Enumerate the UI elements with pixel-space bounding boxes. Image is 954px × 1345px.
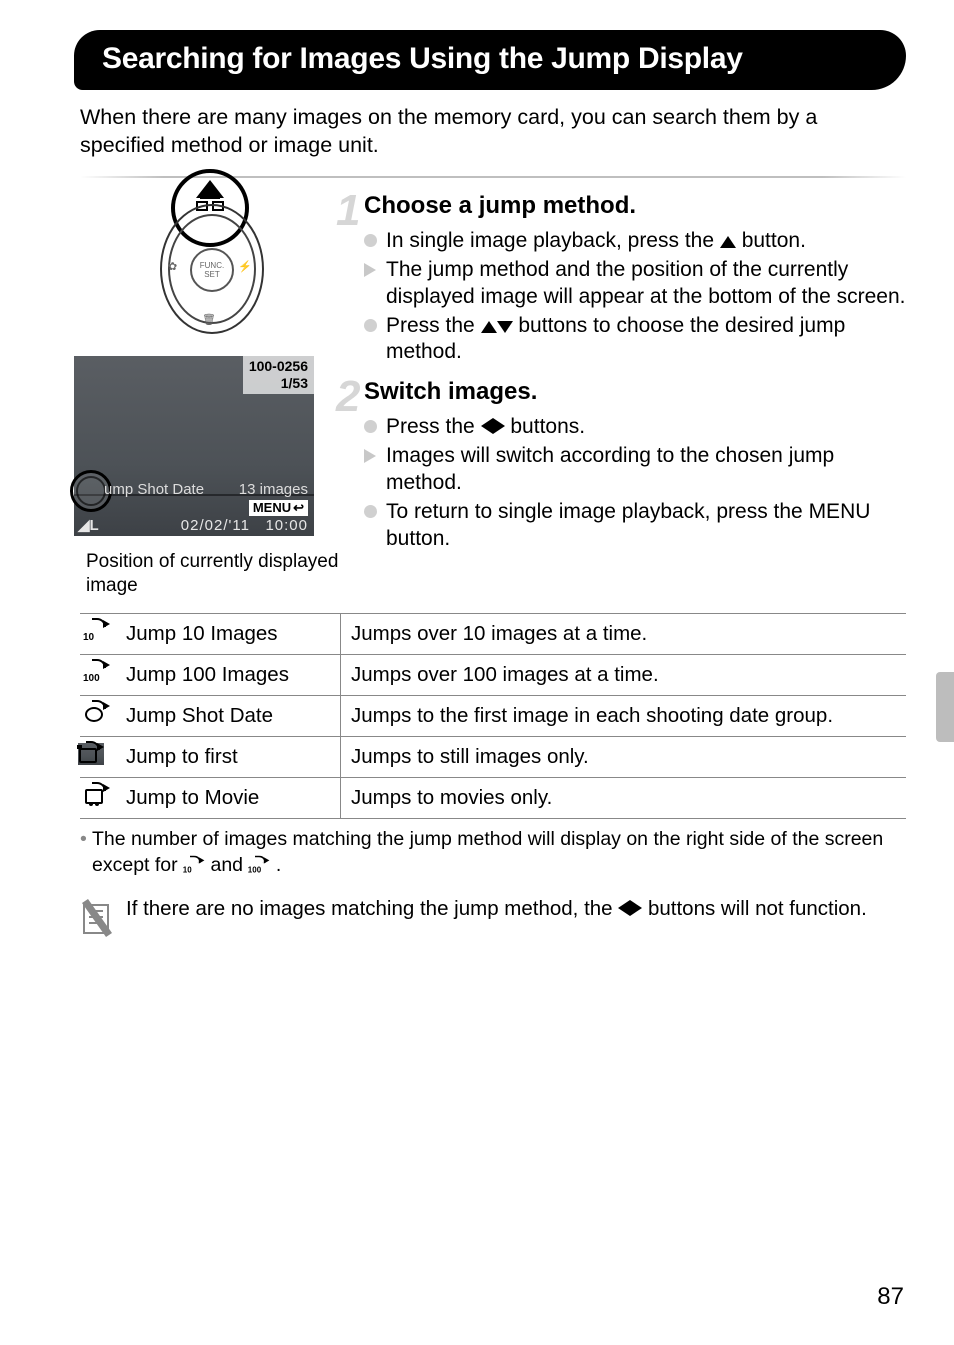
step-title: Choose a jump method. bbox=[364, 192, 906, 220]
jump-name: Jump Shot Date bbox=[122, 696, 341, 737]
cam-menu-badge: MENU↩ bbox=[249, 500, 308, 516]
jump-description: Jumps to the first image in each shootin… bbox=[341, 696, 907, 737]
note-pencil-icon bbox=[80, 899, 112, 944]
bullet-marker-icon bbox=[364, 263, 376, 277]
jump-description: Jumps over 10 images at a time. bbox=[341, 614, 907, 655]
left-arrow-icon bbox=[481, 418, 493, 434]
instruction-step: 1Choose a jump method.In single image pl… bbox=[364, 192, 906, 366]
jump-name: Jump to first bbox=[122, 737, 341, 778]
jump-100-icon: 100 bbox=[249, 857, 270, 875]
table-row: Jump to MovieJumps to movies only. bbox=[80, 778, 906, 819]
table-row: Jump to firstJumps to still images only. bbox=[80, 737, 906, 778]
step-bullet: In single image playback, press the butt… bbox=[364, 228, 906, 255]
jump-n10-icon: 10 bbox=[84, 620, 110, 642]
camera-screen-illustration: 100-0256 1/53 ump Shot Date 13 images ME… bbox=[74, 356, 314, 536]
page-number: 87 bbox=[877, 1283, 904, 1311]
intro-paragraph: When there are many images on the memory… bbox=[80, 104, 906, 160]
table-row: 10 Jump 10 ImagesJumps over 10 images at … bbox=[80, 614, 906, 655]
func-set-button-graphic: FUNC.SET bbox=[190, 248, 234, 292]
cam-jump-mode: ump Shot Date bbox=[104, 481, 204, 498]
up-arrow-icon bbox=[481, 321, 497, 333]
menu-glyph: MENU bbox=[809, 500, 871, 523]
cam-match-count: 13 images bbox=[239, 481, 308, 498]
trash-icon: 🗑 bbox=[202, 313, 216, 326]
instruction-step: 2Switch images.Press the buttons.Images … bbox=[364, 378, 906, 552]
up-arrow-icon bbox=[720, 236, 736, 248]
illustration-caption: Position of currently displayed image bbox=[86, 550, 340, 598]
left-arrow-icon bbox=[618, 900, 630, 916]
bullet-marker-icon bbox=[364, 234, 377, 247]
bullet-marker-icon bbox=[364, 505, 377, 518]
jump-description: Jumps to still images only. bbox=[341, 737, 907, 778]
step-bullet: The jump method and the position of the … bbox=[364, 257, 906, 311]
jump-movie-icon bbox=[84, 784, 110, 806]
right-arrow-icon bbox=[630, 900, 642, 916]
jump-n100-icon: 100 bbox=[84, 661, 110, 683]
macro-icon: ✿ bbox=[168, 260, 177, 273]
step-number: 1 bbox=[336, 186, 360, 236]
note-text: If there are no images matching the jump… bbox=[126, 896, 867, 923]
step-bullet: Press the buttons. bbox=[364, 414, 906, 441]
step-number: 2 bbox=[336, 372, 360, 422]
cam-index: 1/53 bbox=[249, 375, 308, 392]
jump-name: Jump 100 Images bbox=[122, 655, 341, 696]
step-title: Switch images. bbox=[364, 378, 906, 406]
jump-description: Jumps over 100 images at a time. bbox=[341, 655, 907, 696]
controller-illustration: FUNC.SET 🗑 ✿ ⚡ bbox=[140, 198, 280, 338]
bullet-marker-icon bbox=[364, 420, 377, 433]
jump-name: Jump 10 Images bbox=[122, 614, 341, 655]
table-footnote: The number of images matching the jump m… bbox=[80, 827, 906, 878]
step-bullet: Images will switch according to the chos… bbox=[364, 443, 906, 497]
cam-datetime: 02/02/'11 10:00 bbox=[181, 517, 308, 534]
flash-icon: ⚡ bbox=[238, 260, 252, 273]
step-bullet: Press the buttons to choose the desired … bbox=[364, 313, 906, 367]
jump-name: Jump to Movie bbox=[122, 778, 341, 819]
bullet-marker-icon bbox=[364, 319, 377, 332]
right-arrow-icon bbox=[493, 418, 505, 434]
section-tab bbox=[936, 672, 954, 742]
jump-description: Jumps to movies only. bbox=[341, 778, 907, 819]
cam-size-indicator: ◢L bbox=[78, 516, 99, 534]
jump-clock-icon bbox=[84, 702, 110, 724]
table-row: 100 Jump 100 ImagesJumps over 100 images … bbox=[80, 655, 906, 696]
jump-methods-table: 10 Jump 10 ImagesJumps over 10 images at … bbox=[80, 613, 906, 819]
cam-file-number: 100-0256 bbox=[249, 358, 308, 375]
page-title: Searching for Images Using the Jump Disp… bbox=[74, 30, 906, 90]
jump-10-icon: 10 bbox=[184, 857, 205, 875]
step-bullet: To return to single image playback, pres… bbox=[364, 499, 906, 553]
jump-cam-icon bbox=[78, 743, 104, 765]
table-row: Jump Shot DateJumps to the first image i… bbox=[80, 696, 906, 737]
bullet-marker-icon bbox=[364, 449, 376, 463]
down-arrow-icon bbox=[497, 321, 513, 333]
